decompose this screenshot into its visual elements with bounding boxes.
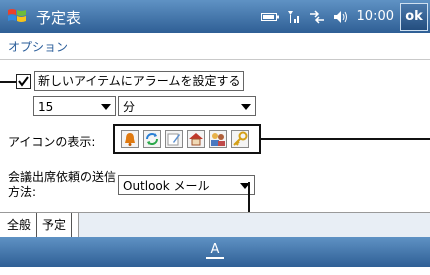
icon-display-group	[113, 124, 261, 154]
callout-line-right	[261, 138, 430, 140]
keyboard-input-icon[interactable]: A	[205, 240, 225, 260]
checkmark-icon	[18, 76, 29, 87]
status-area: 10:00 ok	[260, 0, 430, 33]
ok-button[interactable]: ok	[400, 2, 428, 31]
page-title: オプション	[8, 40, 69, 54]
windows-flag-icon[interactable]	[6, 5, 28, 27]
bottom-area	[0, 267, 430, 275]
note-icon[interactable]	[165, 130, 183, 148]
icon-display-label: アイコンの表示:	[8, 135, 96, 149]
options-header: オプション	[0, 33, 430, 60]
meeting-send-value: Outlook メール	[123, 179, 210, 193]
meeting-request-label: 会議出席依頼の送信方法:	[8, 170, 117, 199]
chevron-down-icon	[101, 104, 111, 110]
bell-icon[interactable]	[121, 130, 139, 148]
connectivity-icon[interactable]	[309, 9, 325, 24]
signal-icon[interactable]	[287, 10, 301, 24]
screen: 予定表 10:00 ok オプション 新しいアイテムにアラームを設定する 15 …	[0, 0, 430, 275]
alarm-unit-select[interactable]: 分	[118, 96, 256, 116]
softkey-bar: A	[0, 237, 430, 267]
alarm-checkbox[interactable]	[16, 74, 31, 89]
clock-time[interactable]: 10:00	[357, 9, 394, 24]
alarm-time-value: 15	[38, 100, 54, 114]
battery-icon[interactable]	[260, 12, 279, 22]
tab-general[interactable]: 全般	[2, 213, 36, 237]
tab-bar: 全般 予定	[0, 212, 430, 238]
meeting-send-select[interactable]: Outlook メール	[118, 175, 255, 195]
callout-line-left	[0, 81, 16, 83]
people-icon[interactable]	[209, 130, 227, 148]
title-bar: 予定表 10:00 ok	[0, 0, 430, 33]
key-icon[interactable]	[231, 130, 249, 148]
app-title: 予定表	[36, 9, 82, 27]
tab-bar-filler	[78, 213, 430, 237]
chevron-down-icon	[241, 104, 251, 110]
recurrence-icon[interactable]	[143, 130, 161, 148]
alarm-time-select[interactable]: 15	[33, 96, 116, 116]
volume-icon[interactable]	[333, 10, 349, 24]
alarm-label[interactable]: 新しいアイテムにアラームを設定する	[34, 71, 245, 91]
alarm-unit-value: 分	[123, 100, 136, 114]
tab-schedule[interactable]: 予定	[36, 213, 73, 237]
home-icon[interactable]	[187, 130, 205, 148]
